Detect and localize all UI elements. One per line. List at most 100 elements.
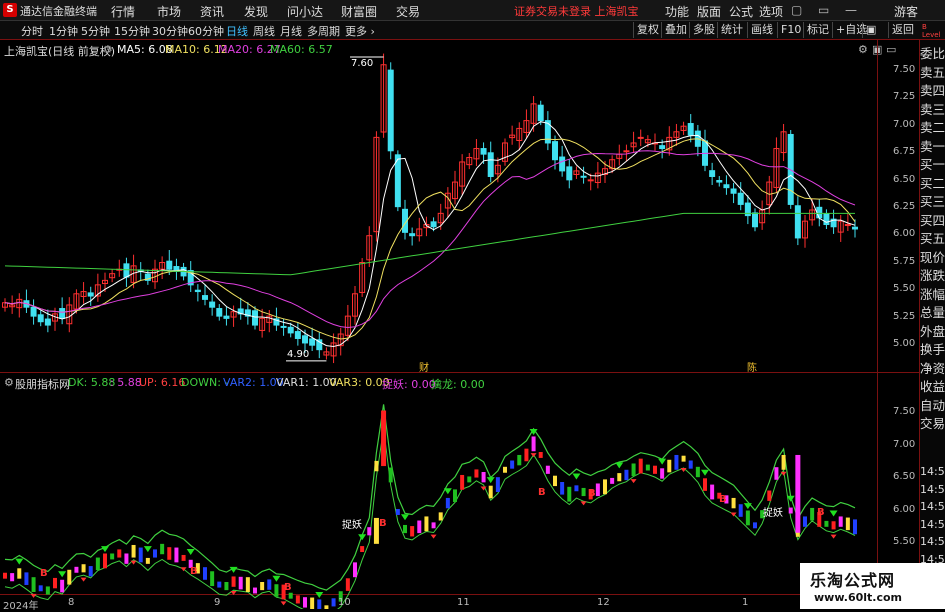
- side-item[interactable]: 收益: [920, 376, 945, 395]
- side-item[interactable]: 买四: [920, 210, 945, 229]
- indicator-bar: [410, 526, 415, 537]
- side-item[interactable]: 外盘: [920, 321, 945, 340]
- indicator-bar: [81, 564, 86, 573]
- up-arrow-marker: [530, 453, 537, 458]
- indicator-bar: [3, 572, 7, 579]
- side-item[interactable]: 委比: [920, 43, 945, 62]
- side-item[interactable]: 交易: [920, 413, 945, 432]
- indicator-axis-tick: 5.50: [893, 536, 916, 548]
- level-badge-text: Level: [922, 31, 941, 39]
- side-item[interactable]: 涨跌: [920, 265, 945, 284]
- indicator-bar: [845, 517, 850, 531]
- indicator-bar: [488, 485, 493, 499]
- zhuoyao-tag-1: 捉妖: [342, 520, 362, 531]
- kline-chart-svg[interactable]: [0, 0, 877, 609]
- indicator-bar: [324, 605, 329, 609]
- indicator-bar: [481, 472, 486, 483]
- candle-body: [737, 192, 744, 205]
- main-axis-tick: 5.25: [893, 310, 916, 322]
- finance-mark[interactable]: 财: [419, 359, 429, 374]
- indicator-bar: [674, 454, 679, 470]
- ma5-line: [4, 121, 856, 348]
- high-price-label: 7.60: [351, 58, 374, 69]
- indicator-axis-tick: 6.00: [893, 503, 916, 515]
- indicator-spike-bar: [381, 410, 387, 467]
- indicator-bar: [767, 490, 772, 501]
- indicator-bar: [524, 448, 529, 462]
- indicator-bar: [624, 469, 629, 481]
- side-item[interactable]: 自动: [920, 395, 945, 414]
- event-mark[interactable]: 陈: [747, 359, 757, 374]
- indicator-axis-tick: 7.00: [893, 438, 916, 450]
- buy-mark-b: B: [190, 566, 198, 577]
- buy-mark-b: B: [40, 568, 48, 579]
- main-axis-tick: 6.50: [893, 173, 916, 185]
- indicator-bar: [353, 562, 357, 578]
- main-axis-tick: 5.00: [893, 338, 916, 349]
- side-item[interactable]: 买一: [920, 154, 945, 173]
- indicator-bar: [138, 547, 143, 563]
- indicator-bar: [274, 584, 279, 597]
- candle-body: [294, 331, 301, 339]
- indicator-bar: [574, 485, 579, 492]
- indicator-bar: [181, 554, 186, 561]
- down-triangle-marker: [186, 549, 195, 556]
- indicator-bar: [753, 522, 757, 529]
- indicator-bar: [74, 566, 79, 573]
- indicator-bar: [581, 487, 586, 497]
- pane-close-icon[interactable]: ▭: [886, 43, 896, 56]
- side-time: 14:56: [920, 465, 945, 478]
- indicator-bar: [253, 587, 257, 594]
- indicator-spike-bar: [795, 454, 801, 533]
- indicator-pane: [3, 404, 857, 609]
- candle-body: [537, 104, 544, 122]
- indicator-bar: [103, 553, 107, 569]
- indicator-bar: [853, 519, 857, 535]
- guest-label[interactable]: 游客: [894, 3, 918, 20]
- candle-body: [637, 136, 644, 139]
- indicator-bar: [88, 566, 93, 577]
- side-item[interactable]: 买二: [920, 173, 945, 192]
- btn-back[interactable]: 返回: [888, 22, 917, 38]
- indicator-bar: [31, 577, 36, 592]
- indicator-bar: [731, 497, 736, 509]
- level-badge[interactable]: B Level: [922, 23, 940, 39]
- indicator-bar: [310, 597, 315, 609]
- side-item[interactable]: 卖一: [920, 136, 945, 155]
- main-axis-tick: 5.50: [893, 283, 916, 295]
- down-triangle-marker: [315, 592, 324, 598]
- indicator-bar: [545, 465, 550, 474]
- side-item[interactable]: 净资: [920, 358, 945, 377]
- side-item[interactable]: 卖四: [920, 80, 945, 99]
- down-triangle-marker: [486, 477, 495, 484]
- main-axis-tick: 7.50: [893, 64, 916, 75]
- date-label-nov: 11: [457, 597, 470, 608]
- indicator-axis-tick: 6.50: [893, 471, 916, 483]
- side-item[interactable]: 卖五: [920, 62, 945, 81]
- indicator-bar: [167, 547, 172, 560]
- indicator-bar: [395, 509, 400, 515]
- indicator-bar: [117, 549, 122, 558]
- indicator-bar: [417, 520, 422, 534]
- main-axis-tick: 5.75: [893, 255, 916, 267]
- indicator-bar: [567, 486, 572, 502]
- candle-body: [816, 206, 823, 219]
- candle-body: [166, 260, 173, 270]
- zhuoyao-tag-2: 捉妖: [763, 508, 783, 519]
- down-triangle-marker: [829, 510, 838, 517]
- candle-body: [730, 188, 737, 194]
- side-item[interactable]: 买三: [920, 191, 945, 210]
- side-item[interactable]: 买五: [920, 228, 945, 247]
- candle-body: [566, 166, 573, 181]
- candle-body: [559, 156, 566, 172]
- side-item[interactable]: 涨幅: [920, 284, 945, 303]
- side-item[interactable]: 总量: [920, 302, 945, 321]
- indicator-bar: [67, 569, 72, 585]
- side-item[interactable]: 卖三: [920, 99, 945, 118]
- side-item[interactable]: 现价: [920, 247, 945, 266]
- side-item[interactable]: 换手: [920, 339, 945, 358]
- indicator-bar: [660, 468, 665, 479]
- indicator-bar: [288, 592, 293, 599]
- main-axis-tick: 7.00: [893, 118, 916, 130]
- side-item[interactable]: 卖二: [920, 117, 945, 136]
